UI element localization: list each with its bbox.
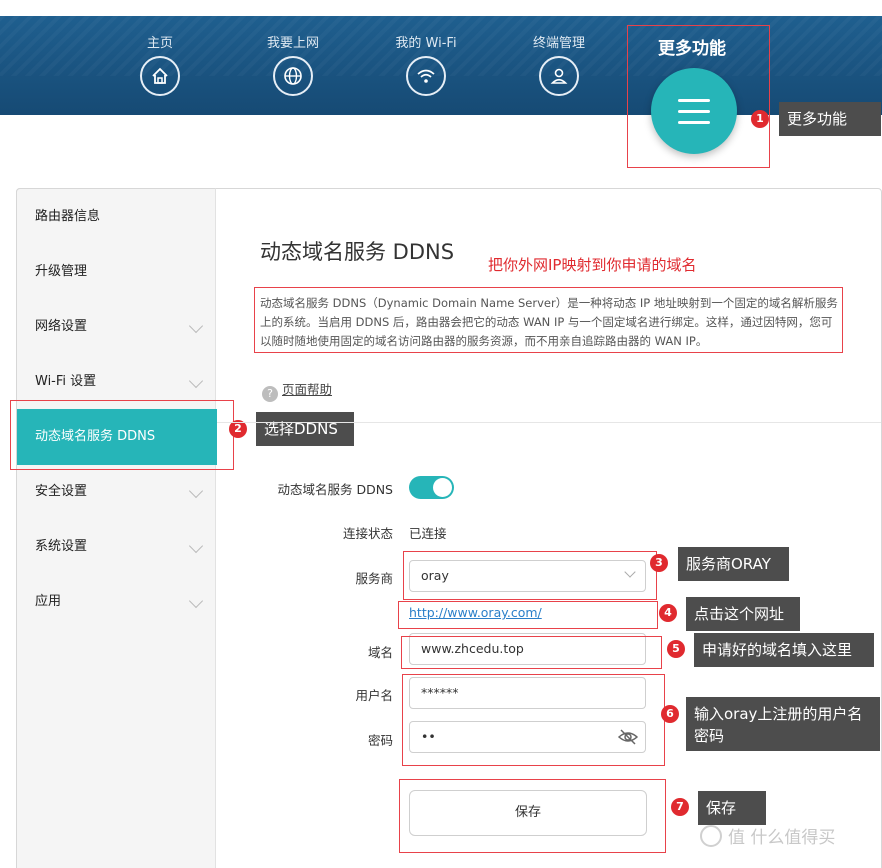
annotation-box-4 — [398, 601, 658, 629]
annotation-callout-1: 更多功能 — [779, 102, 881, 136]
page-help[interactable]: ? 页面帮助 — [262, 379, 332, 402]
annotation-note: 把你外网IP映射到你申请的域名 — [488, 256, 697, 274]
annotation-box-6 — [402, 674, 665, 766]
sidebar-item-label: 系统设置 — [35, 539, 88, 554]
help-icon: ? — [262, 386, 278, 402]
router-admin-page: 主页 我要上网 我的 Wi-Fi 终端管理 更多功能 1 更多功能 路由器信息 … — [0, 0, 882, 868]
sidebar: 路由器信息 升级管理 网络设置 Wi-Fi 设置 动态域名服务 DDNS 安全设… — [16, 188, 217, 868]
annotation-box-2 — [10, 400, 234, 470]
annotation-callout-4: 点击这个网址 — [686, 597, 800, 631]
page-help-link[interactable]: 页面帮助 — [282, 382, 332, 397]
divider — [217, 422, 881, 423]
sidebar-item-label: 安全设置 — [35, 484, 88, 499]
chevron-down-icon — [188, 373, 204, 389]
status-value: 已连接 — [409, 526, 447, 541]
password-label: 密码 — [367, 733, 393, 748]
nav-wifi[interactable]: 我的 Wi-Fi — [386, 32, 466, 96]
sidebar-item-label: 升级管理 — [35, 264, 88, 279]
annotation-callout-6: 输入oray上注册的用户名密码 — [686, 697, 880, 751]
annotation-box-5 — [401, 636, 662, 669]
sidebar-item-upgrade[interactable]: 升级管理 — [17, 244, 217, 300]
page-title: 动态域名服务 DDNS — [260, 240, 455, 264]
annotation-box-3 — [403, 551, 657, 600]
watermark-logo-icon — [700, 825, 722, 847]
status-label: 连接状态 — [342, 526, 393, 541]
watermark-text: 值 什么值得买 — [728, 828, 836, 848]
nav-wifi-label: 我的 Wi-Fi — [395, 36, 457, 51]
annotation-callout-5: 申请好的域名填入这里 — [694, 633, 874, 667]
sidebar-item-network[interactable]: 网络设置 — [17, 299, 217, 355]
annotation-badge-1: 1 — [751, 110, 769, 128]
annotation-callout-2: 选择DDNS — [256, 412, 354, 446]
sidebar-item-system[interactable]: 系统设置 — [17, 519, 217, 575]
annotation-box-7 — [399, 779, 666, 853]
sidebar-item-security[interactable]: 安全设置 — [17, 464, 217, 520]
annotation-box-description — [254, 287, 843, 353]
ddns-toggle[interactable] — [409, 476, 454, 499]
nav-devices[interactable]: 终端管理 — [519, 32, 599, 96]
chevron-down-icon — [188, 538, 204, 554]
annotation-badge-4: 4 — [659, 604, 677, 622]
sidebar-item-label: 网络设置 — [35, 319, 88, 334]
annotation-badge-3: 3 — [650, 554, 668, 572]
nav-home[interactable]: 主页 — [120, 32, 200, 96]
provider-label: 服务商 — [355, 571, 393, 586]
nav-internet[interactable]: 我要上网 — [253, 32, 333, 96]
sidebar-item-label: 路由器信息 — [35, 209, 101, 224]
home-icon — [140, 56, 180, 96]
ddns-toggle-label: 动态域名服务 DDNS — [277, 482, 393, 497]
nav-home-label: 主页 — [146, 36, 173, 51]
sidebar-item-label: 应用 — [35, 594, 62, 609]
nav-devices-label: 终端管理 — [532, 36, 585, 51]
sidebar-item-router-info[interactable]: 路由器信息 — [17, 189, 217, 245]
annotation-box-1 — [627, 25, 770, 168]
chevron-down-icon — [188, 593, 204, 609]
globe-icon — [273, 56, 313, 96]
username-label: 用户名 — [355, 688, 393, 703]
wifi-icon — [406, 56, 446, 96]
sidebar-item-label: Wi-Fi 设置 — [35, 374, 97, 389]
chevron-down-icon — [188, 318, 204, 334]
annotation-callout-7: 保存 — [698, 791, 766, 825]
chevron-down-icon — [188, 483, 204, 499]
annotation-badge-6: 6 — [661, 705, 679, 723]
sidebar-item-apps[interactable]: 应用 — [17, 574, 217, 630]
domain-label: 域名 — [367, 645, 393, 660]
nav-internet-label: 我要上网 — [266, 36, 319, 51]
annotation-badge-5: 5 — [667, 640, 685, 658]
user-icon — [539, 56, 579, 96]
annotation-badge-7: 7 — [671, 798, 689, 816]
annotation-callout-3: 服务商ORAY — [678, 547, 789, 581]
